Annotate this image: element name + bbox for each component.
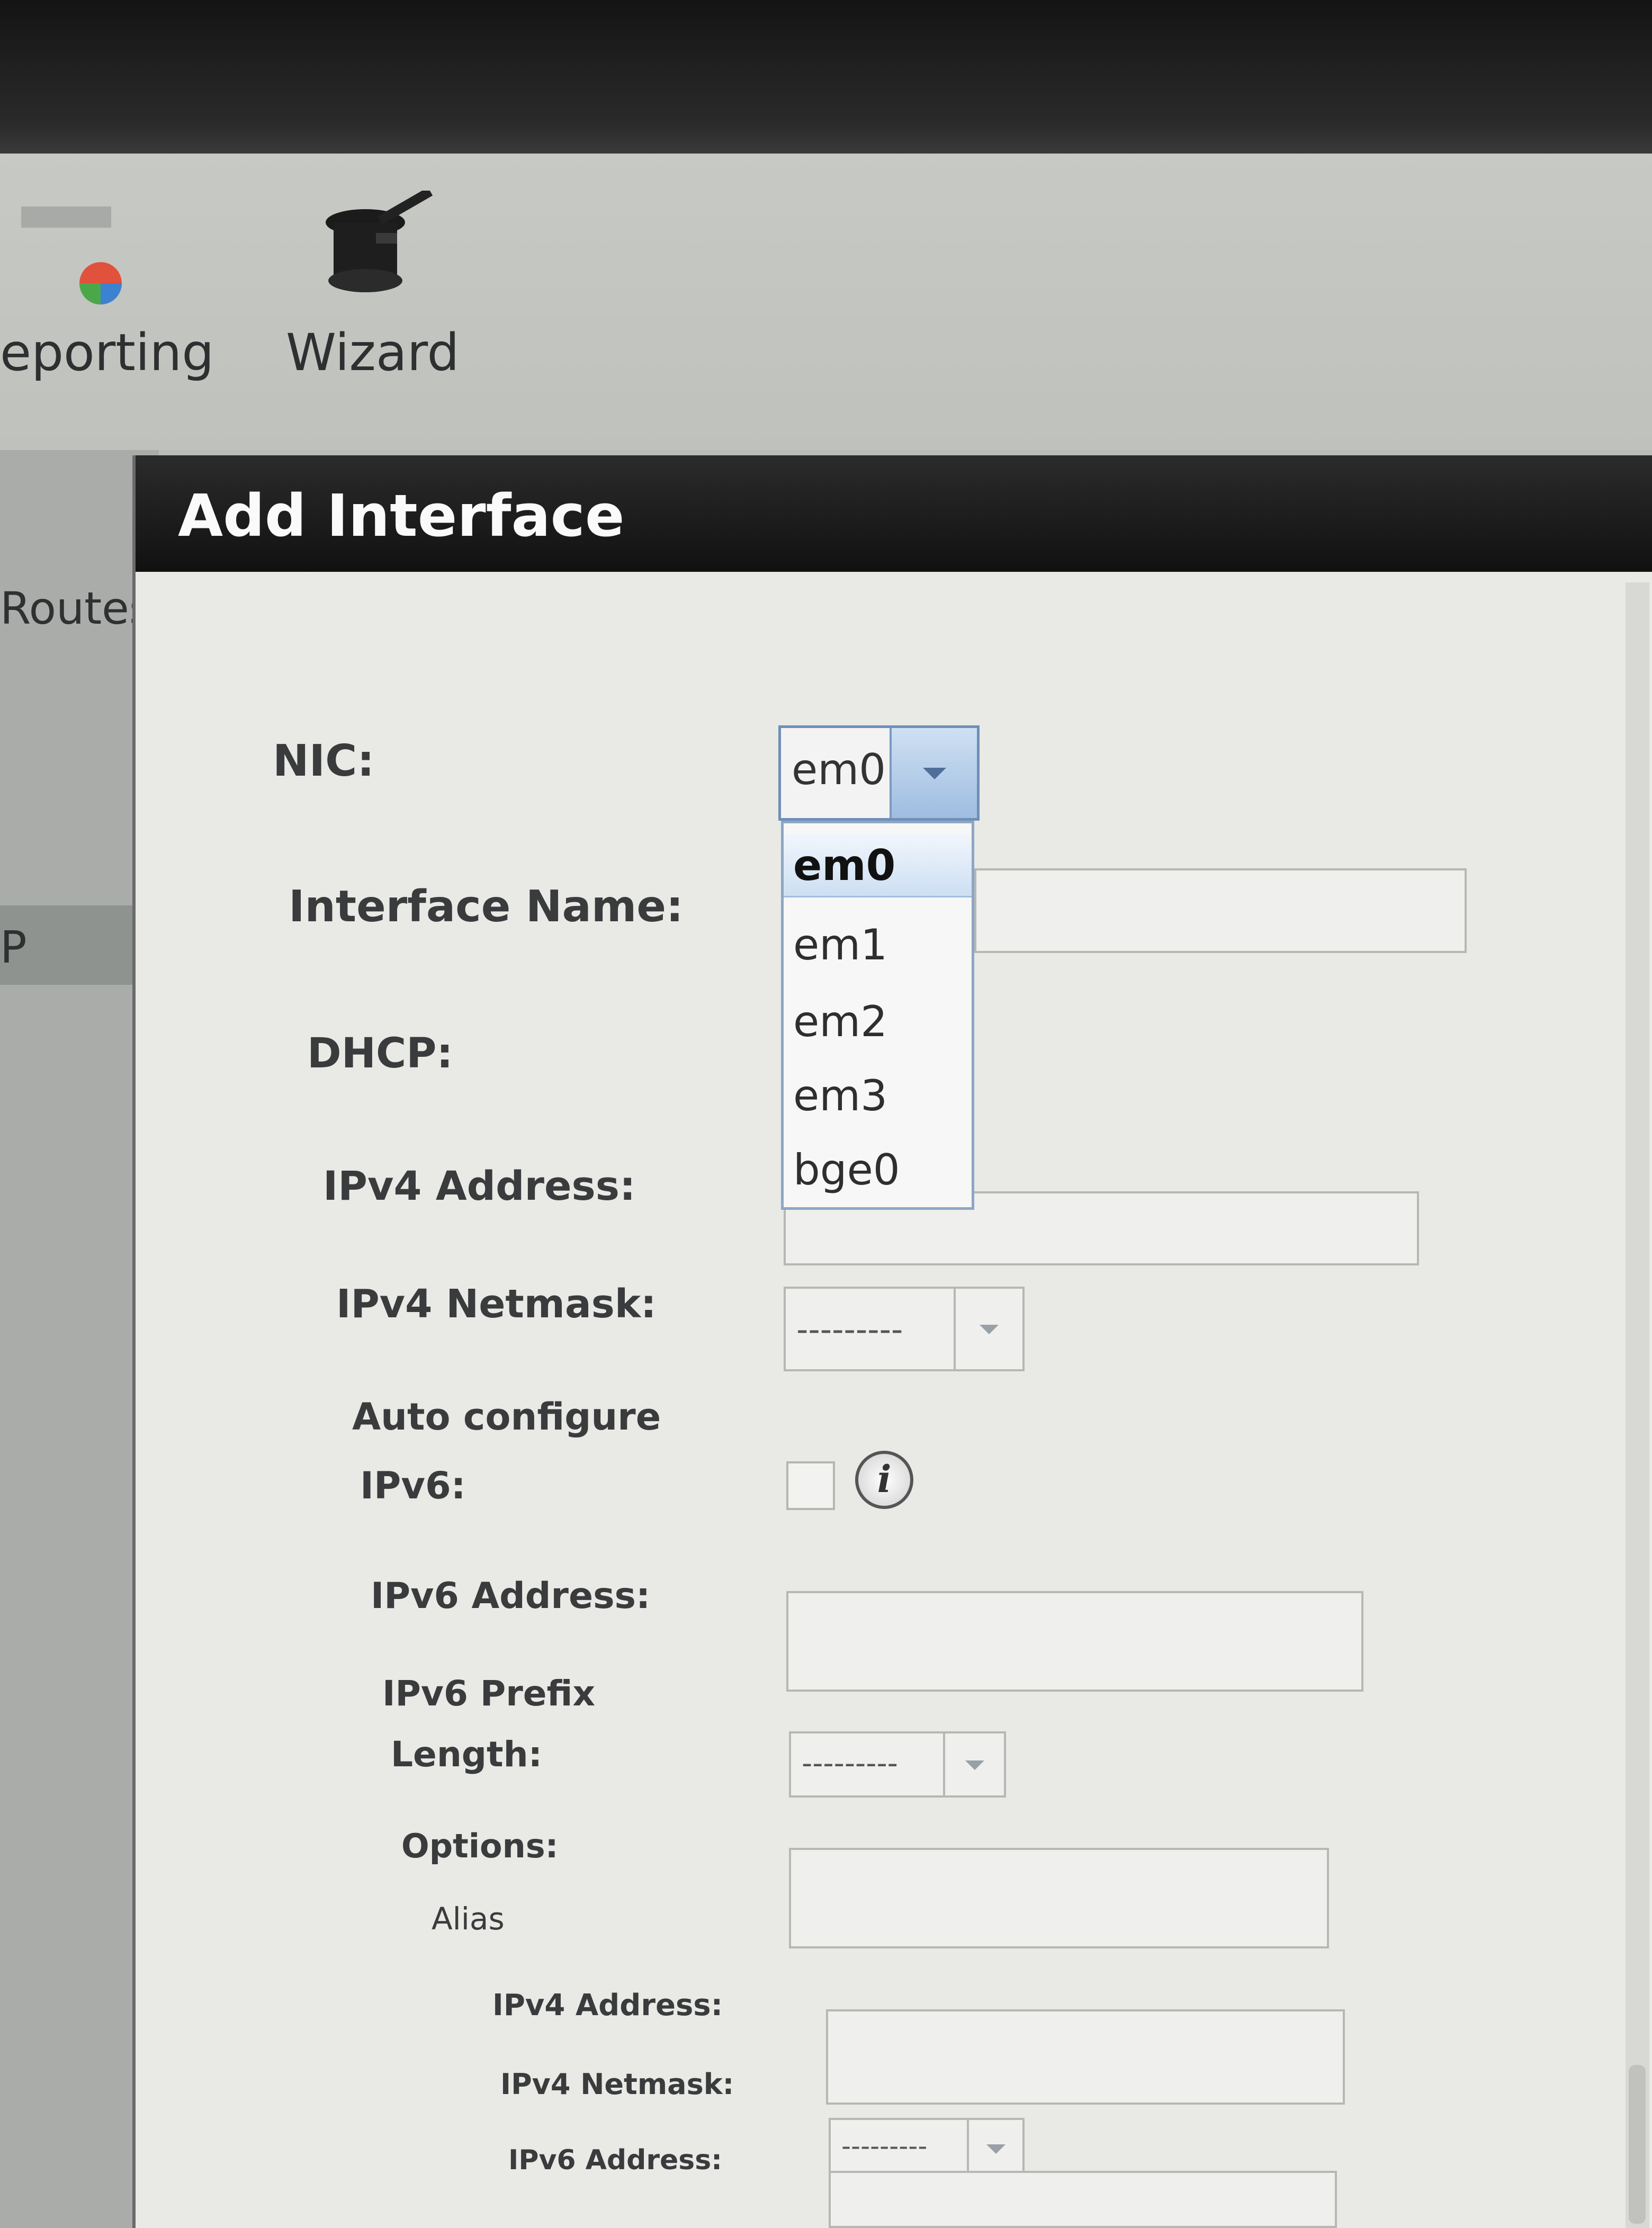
toolbar-item-label: eporting [0, 323, 214, 382]
nic-option-bge0[interactable]: bge0 [784, 1138, 972, 1202]
toolbar-item-label: Wizard [286, 323, 460, 382]
nic-option-em1[interactable]: em1 [784, 913, 972, 977]
auto-configure-ipv6-checkbox[interactable] [786, 1461, 835, 1510]
nic-label: NIC: [273, 736, 375, 786]
ipv4-address-label: IPv4 Address: [323, 1162, 636, 1209]
pie-chart-icon [21, 206, 122, 304]
top-toolbar [0, 154, 1652, 450]
alias-ipv4-netmask-select[interactable]: --------- [829, 2118, 1025, 2179]
chevron-down-icon [980, 1325, 999, 1334]
options-input[interactable] [789, 1848, 1329, 1948]
chevron-down-icon [965, 1760, 984, 1770]
ipv4-netmask-dropdown-button[interactable] [954, 1289, 1022, 1369]
alias-ipv4-address-label: IPv4 Address: [492, 1988, 723, 2023]
alias-ipv4-netmask-value: --------- [841, 2131, 928, 2161]
chevron-down-icon [922, 768, 946, 779]
dialog-title-bar: Add Interface [136, 455, 1652, 572]
nic-select[interactable]: em0 [778, 725, 980, 821]
dialog-scrollbar[interactable] [1626, 582, 1649, 2228]
dialog-title: Add Interface [178, 482, 625, 550]
ipv4-netmask-select[interactable]: --------- [784, 1287, 1025, 1371]
interface-name-label: Interface Name: [289, 882, 684, 932]
alias-label: Alias [432, 1901, 505, 1937]
nic-option-em2[interactable]: em2 [784, 990, 972, 1054]
alias-ipv6-address-input[interactable] [829, 2171, 1337, 2228]
nic-dropdown-list: em0 em1 em2 em3 bge0 [781, 821, 974, 1210]
tab-routes[interactable]: Routes [0, 582, 152, 634]
ipv6-prefix-length-value: --------- [802, 1746, 898, 1781]
auto-configure-ipv6-label: Auto configure [352, 1395, 661, 1439]
nic-dropdown-button[interactable] [890, 728, 977, 818]
options-label: Options: [401, 1827, 559, 1865]
ipv6-prefix-length-select[interactable]: --------- [789, 1731, 1006, 1798]
ipv6-address-input[interactable] [786, 1591, 1363, 1692]
auto-configure-ipv6-label-line2: IPv6: [360, 1464, 466, 1507]
ipv4-netmask-label: IPv4 Netmask: [336, 1281, 657, 1327]
ipv6-prefix-length-label: IPv6 Prefix [382, 1673, 596, 1714]
monitor-bezel [0, 0, 1652, 154]
ipv6-prefix-length-label-line2: Length: [391, 1734, 542, 1775]
ipv6-prefix-length-dropdown-button[interactable] [943, 1733, 1004, 1795]
alias-ipv4-netmask-label: IPv4 Netmask: [500, 2068, 734, 2101]
nic-select-value: em0 [792, 745, 886, 794]
chevron-down-icon [986, 2144, 1005, 2154]
alias-ipv4-address-input[interactable] [826, 2009, 1345, 2105]
nic-option-em3[interactable]: em3 [784, 1064, 972, 1128]
info-icon[interactable]: i [855, 1451, 913, 1509]
interface-name-input[interactable] [974, 868, 1467, 953]
top-hat-wizard-icon [326, 191, 433, 292]
ipv4-netmask-value: --------- [796, 1310, 903, 1349]
nic-option-em0[interactable]: em0 [784, 834, 972, 897]
ipv6-address-label: IPv6 Address: [371, 1575, 651, 1617]
list-row-label: P [0, 921, 27, 973]
alias-ipv4-netmask-dropdown-button[interactable] [967, 2120, 1022, 2177]
alias-ipv6-address-label: IPv6 Address: [508, 2144, 722, 2176]
scrollbar-thumb[interactable] [1629, 2065, 1646, 2224]
dhcp-label: DHCP: [307, 1030, 453, 1077]
